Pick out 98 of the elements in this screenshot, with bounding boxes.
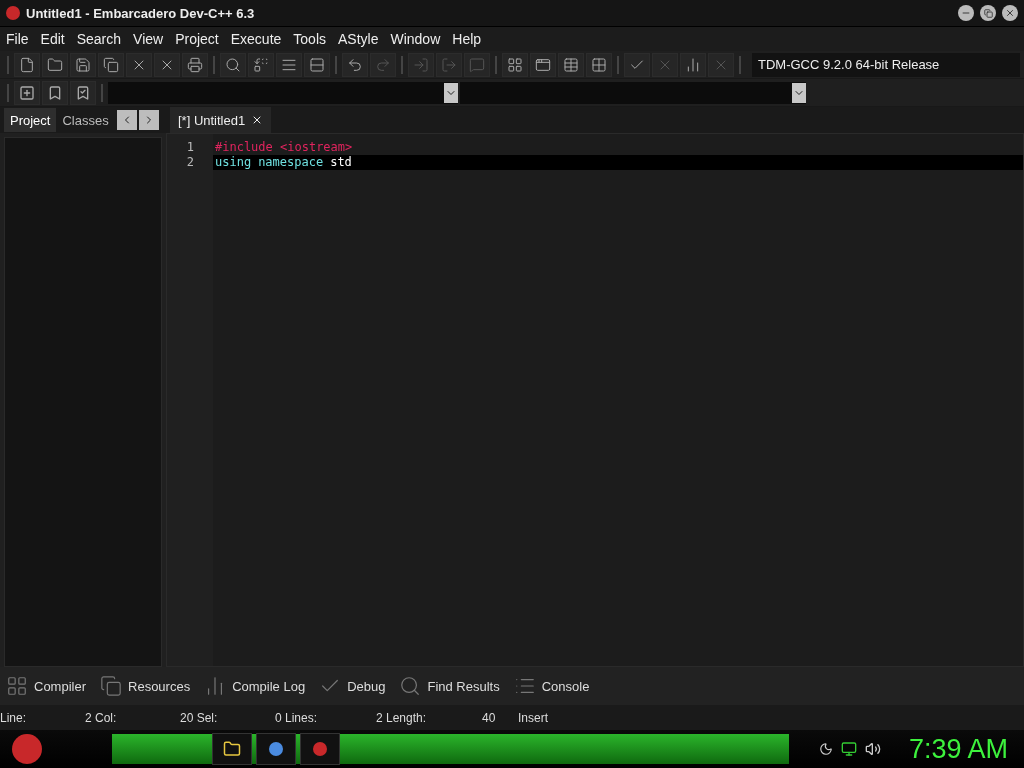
- search-icon: [225, 56, 241, 73]
- close-button[interactable]: [1002, 5, 1018, 21]
- dropdown-button[interactable]: [792, 82, 806, 103]
- bar-chart-icon: [685, 56, 701, 73]
- bookmark-icon: [75, 84, 91, 101]
- monitor-icon[interactable]: [840, 741, 857, 757]
- taskbar-button[interactable]: [212, 733, 252, 765]
- app-icon: [6, 6, 20, 20]
- search-icon: [399, 675, 422, 697]
- status-text: 20 Sel:: [180, 710, 219, 725]
- clock: 7:39 AM: [908, 733, 1008, 765]
- add-icon: [19, 84, 35, 101]
- menu-item[interactable]: Tools: [287, 27, 332, 51]
- status-text: Line:: [0, 710, 28, 725]
- printer-icon: [187, 56, 203, 73]
- redo-icon: [375, 56, 391, 73]
- folder-icon: [223, 740, 241, 758]
- start-button[interactable]: [12, 734, 42, 764]
- toolbar-button[interactable]: [98, 52, 124, 77]
- toolbar-button[interactable]: [502, 52, 528, 77]
- bookmark-icon: [47, 84, 63, 101]
- toolbar-button[interactable]: [680, 52, 706, 77]
- speaker-icon[interactable]: [864, 741, 881, 757]
- member-dropdown[interactable]: [460, 81, 806, 104]
- save-all-icon: [103, 56, 119, 73]
- code-editor[interactable]: 1 2 #include <iostream> using namespace std: [166, 133, 1024, 667]
- undo-icon: [347, 56, 363, 73]
- toolbar-button[interactable]: [14, 52, 40, 77]
- line-number: 2: [185, 155, 195, 170]
- output-tab[interactable]: Console: [511, 675, 592, 697]
- compiler-select[interactable]: TDM-GCC 9.2.0 64-bit Release: [752, 52, 1020, 77]
- menu-item[interactable]: Project: [169, 27, 225, 51]
- folder-icon: [47, 56, 63, 73]
- restore-icon: [983, 8, 993, 18]
- class-dropdown[interactable]: [108, 81, 458, 104]
- menu-item[interactable]: View: [127, 27, 170, 51]
- code-token: using: [215, 155, 252, 170]
- save-icon: [75, 56, 91, 73]
- status-text: 2 Col:: [85, 710, 118, 725]
- output-tab[interactable]: Debug: [317, 675, 388, 697]
- scroll-right-button[interactable]: [138, 110, 159, 130]
- status-text: 0 Lines:: [275, 710, 319, 725]
- toolbar-button[interactable]: [530, 52, 556, 77]
- comment-icon: [469, 56, 485, 73]
- menu-item[interactable]: File: [0, 27, 35, 51]
- panel-tab[interactable]: Classes: [56, 108, 115, 132]
- dropdown-button[interactable]: [444, 82, 458, 103]
- toolbar-button[interactable]: [70, 80, 96, 105]
- status-text: Insert: [518, 710, 549, 725]
- scroll-left-button[interactable]: [116, 110, 137, 130]
- status-text: 40: [482, 710, 497, 725]
- table-icon: [563, 56, 579, 73]
- taskbar-button[interactable]: [256, 733, 296, 765]
- restore-button[interactable]: [980, 5, 996, 21]
- split-icon: [309, 56, 325, 73]
- moon-icon[interactable]: [818, 742, 833, 756]
- toolbar-button[interactable]: [276, 52, 302, 77]
- panel-tab[interactable]: Project: [4, 108, 57, 132]
- grid-icon: [6, 675, 28, 697]
- toolbar-button[interactable]: [154, 52, 180, 77]
- output-tab[interactable]: Resources: [98, 675, 193, 697]
- menu-item[interactable]: Window: [384, 27, 447, 51]
- menu-item[interactable]: Execute: [224, 27, 288, 51]
- toolbar-button[interactable]: [586, 52, 612, 77]
- menu-item[interactable]: Edit: [34, 27, 71, 51]
- line-number: 1: [185, 140, 195, 155]
- toolbar-button[interactable]: [304, 52, 330, 77]
- toolbar-button[interactable]: [342, 52, 368, 77]
- output-tab[interactable]: Compiler: [4, 675, 88, 697]
- window-title: Untitled1 - Embarcadero Dev-C++ 6.3: [26, 5, 256, 21]
- toolbar-button[interactable]: [70, 52, 96, 77]
- menu-item[interactable]: Search: [70, 27, 128, 51]
- code-token: #include <iostream>: [215, 140, 353, 155]
- code-token: namespace: [258, 155, 324, 170]
- copy-icon: [100, 675, 122, 697]
- toolbar-button[interactable]: [558, 52, 584, 77]
- window-icon: [535, 56, 551, 73]
- app-icon: [313, 742, 327, 756]
- toolbar-button[interactable]: [14, 80, 40, 105]
- output-tab[interactable]: Find Results: [397, 675, 502, 697]
- squares-icon: [591, 56, 607, 73]
- toolbar-button[interactable]: [220, 52, 246, 77]
- toolbar-button[interactable]: [42, 52, 68, 77]
- minimize-button[interactable]: [958, 5, 974, 21]
- grid-icon: [507, 56, 523, 73]
- status-text: 2 Length:: [376, 710, 428, 725]
- editor-tab[interactable]: [*] Untitled1: [170, 107, 272, 133]
- toolbar-button[interactable]: [42, 80, 68, 105]
- new-file-icon: [19, 56, 35, 73]
- toolbar-button[interactable]: [182, 52, 208, 77]
- tab-label: [*] Untitled1: [178, 112, 246, 128]
- close-icon: [1005, 8, 1015, 18]
- menu-item[interactable]: AStyle: [332, 27, 385, 51]
- output-tab[interactable]: Compile Log: [202, 675, 308, 697]
- menu-item[interactable]: Help: [446, 27, 488, 51]
- toolbar-button[interactable]: [248, 52, 274, 77]
- code-token: std: [330, 155, 352, 170]
- toolbar-button[interactable]: [126, 52, 152, 77]
